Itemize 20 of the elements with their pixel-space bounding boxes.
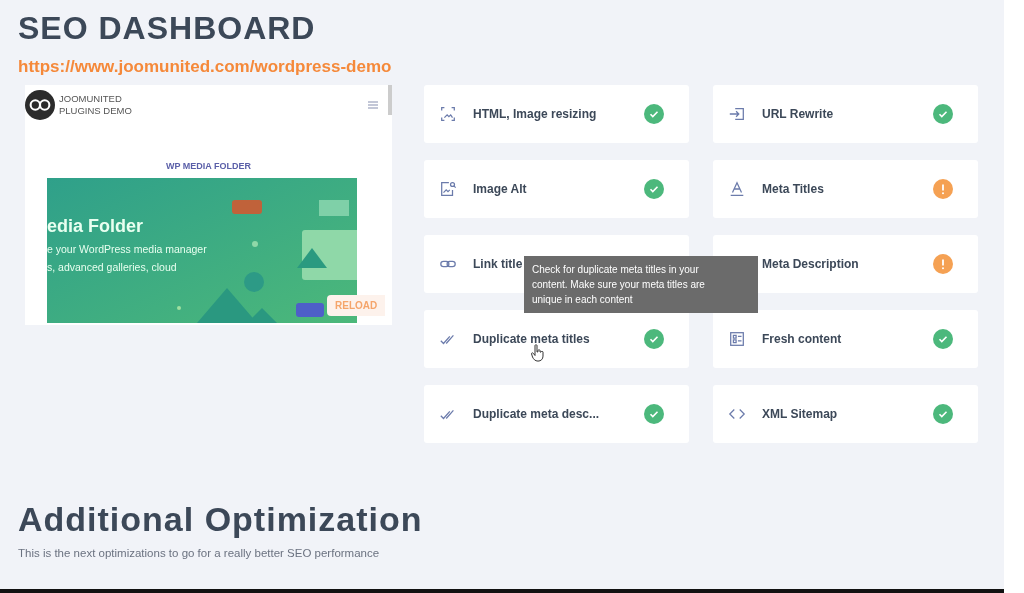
- check-label: URL Rewrite: [762, 107, 834, 121]
- section-title: Additional Optimization: [18, 499, 424, 539]
- banner-text: e your WordPress media manager: [47, 243, 208, 255]
- page-title: SEO DASHBOARD: [18, 9, 317, 48]
- check-label: Duplicate meta titles: [473, 332, 590, 346]
- check-label: Meta Titles: [762, 182, 824, 196]
- section-subtitle: This is the next optimizations to go for a really better SEO performance: [18, 547, 381, 559]
- brand-name: PLUGINS DEMO: [59, 105, 132, 117]
- check-label: XML Sitemap: [762, 407, 838, 421]
- check-label: Fresh content: [762, 332, 842, 346]
- check-label: Meta Description: [762, 257, 859, 271]
- check-label: Image Alt: [473, 182, 527, 196]
- preview-heading: WP MEDIA FOLDER: [165, 161, 252, 171]
- banner-text: s, advanced galleries, cloud: [47, 261, 178, 273]
- check-label: Duplicate meta desc...: [473, 407, 600, 421]
- tooltip: Check for duplicate meta titles in your content. Make sure your meta titles are unique in each content: [524, 256, 758, 313]
- banner-title: edia Folder: [47, 216, 145, 237]
- check-label: HTML, Image resizing: [473, 107, 597, 121]
- check-label: Link title: [473, 257, 523, 271]
- brand-name: JOOMUNITED: [59, 93, 123, 105]
